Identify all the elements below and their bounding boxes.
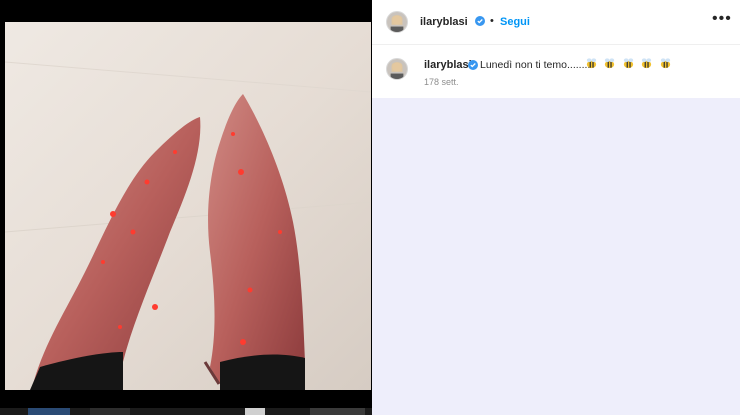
caption-text: Lunedì non ti temo........: [480, 59, 591, 71]
post-photo: [5, 22, 371, 390]
avatar[interactable]: [386, 11, 408, 33]
username[interactable]: ilaryblasi: [420, 16, 468, 28]
caption-username[interactable]: ilaryblasi: [424, 59, 472, 71]
bee-icon: [605, 58, 615, 69]
bee-icon: [586, 58, 597, 69]
post-timestamp[interactable]: 178 sett.: [424, 77, 459, 87]
verified-icon: [475, 16, 485, 26]
caption-row: ilaryblasi Lunedì non ti temo........ 17…: [372, 46, 740, 98]
more-options-icon[interactable]: •••: [712, 11, 731, 28]
follow-button[interactable]: Segui: [500, 16, 530, 28]
caption-verified-icon: [468, 60, 478, 70]
bee-icon: [623, 58, 634, 69]
caption-emojis: [585, 57, 673, 71]
post-side-panel: ilaryblasi • Segui ••• ilaryblasi Lunedì…: [372, 0, 740, 415]
bee-icon: [660, 58, 670, 69]
gallery-strip: [0, 408, 372, 415]
post-header: ilaryblasi • Segui •••: [372, 0, 740, 45]
separator-dot: •: [490, 15, 494, 27]
comments-area: [372, 98, 740, 415]
post-media: [0, 0, 372, 415]
bee-icon: [642, 58, 652, 69]
caption-avatar[interactable]: [386, 58, 408, 80]
